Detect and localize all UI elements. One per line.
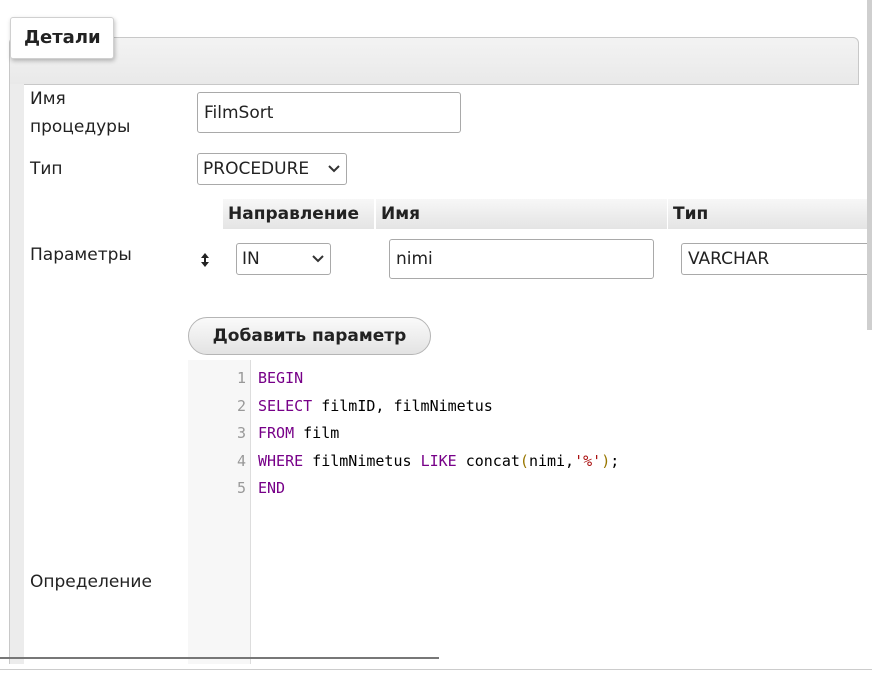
params-header-type: Тип: [668, 199, 872, 229]
line-number: 3: [236, 424, 246, 442]
line-number: 1: [236, 369, 246, 387]
add-parameter-button[interactable]: Добавить параметр: [188, 317, 431, 355]
details-legend: Детали: [10, 17, 114, 59]
param-name-input[interactable]: [389, 239, 654, 279]
param-type-input[interactable]: [681, 243, 872, 275]
horizontal-scrollbar[interactable]: [0, 657, 439, 659]
definition-label: Определение: [30, 572, 152, 592]
params-header-name: Имя: [376, 199, 668, 229]
code-line-2[interactable]: SELECT filmID, filmNimetus: [258, 393, 493, 420]
divider: [0, 669, 872, 670]
type-select-value: PROCEDURE: [203, 159, 310, 179]
code-line-5[interactable]: END: [258, 475, 285, 502]
fieldset-border: [9, 84, 24, 664]
code-line-1[interactable]: BEGIN: [258, 365, 303, 392]
drag-handle-icon[interactable]: [198, 250, 212, 270]
param-direction-select[interactable]: IN: [236, 243, 331, 275]
code-line-3[interactable]: FROM film: [258, 420, 339, 447]
procedure-name-label: Имя процедуры: [30, 89, 131, 137]
line-number: 4: [236, 452, 246, 470]
line-number: 5: [236, 479, 246, 497]
procedure-name-input[interactable]: [197, 92, 461, 133]
type-select[interactable]: PROCEDURE: [197, 153, 347, 185]
line-number: 2: [236, 397, 246, 415]
params-label: Параметры: [30, 245, 132, 265]
type-label: Тип: [30, 159, 63, 179]
param-direction-value: IN: [242, 249, 260, 269]
vertical-scrollbar[interactable]: [867, 0, 872, 330]
code-line-4[interactable]: WHERE filmNimetus LIKE concat(nimi,'%');: [258, 448, 619, 475]
params-header-direction: Направление: [223, 199, 375, 229]
chevron-down-icon: [312, 255, 324, 263]
chevron-down-icon: [328, 165, 340, 173]
details-fieldset: [9, 37, 859, 85]
